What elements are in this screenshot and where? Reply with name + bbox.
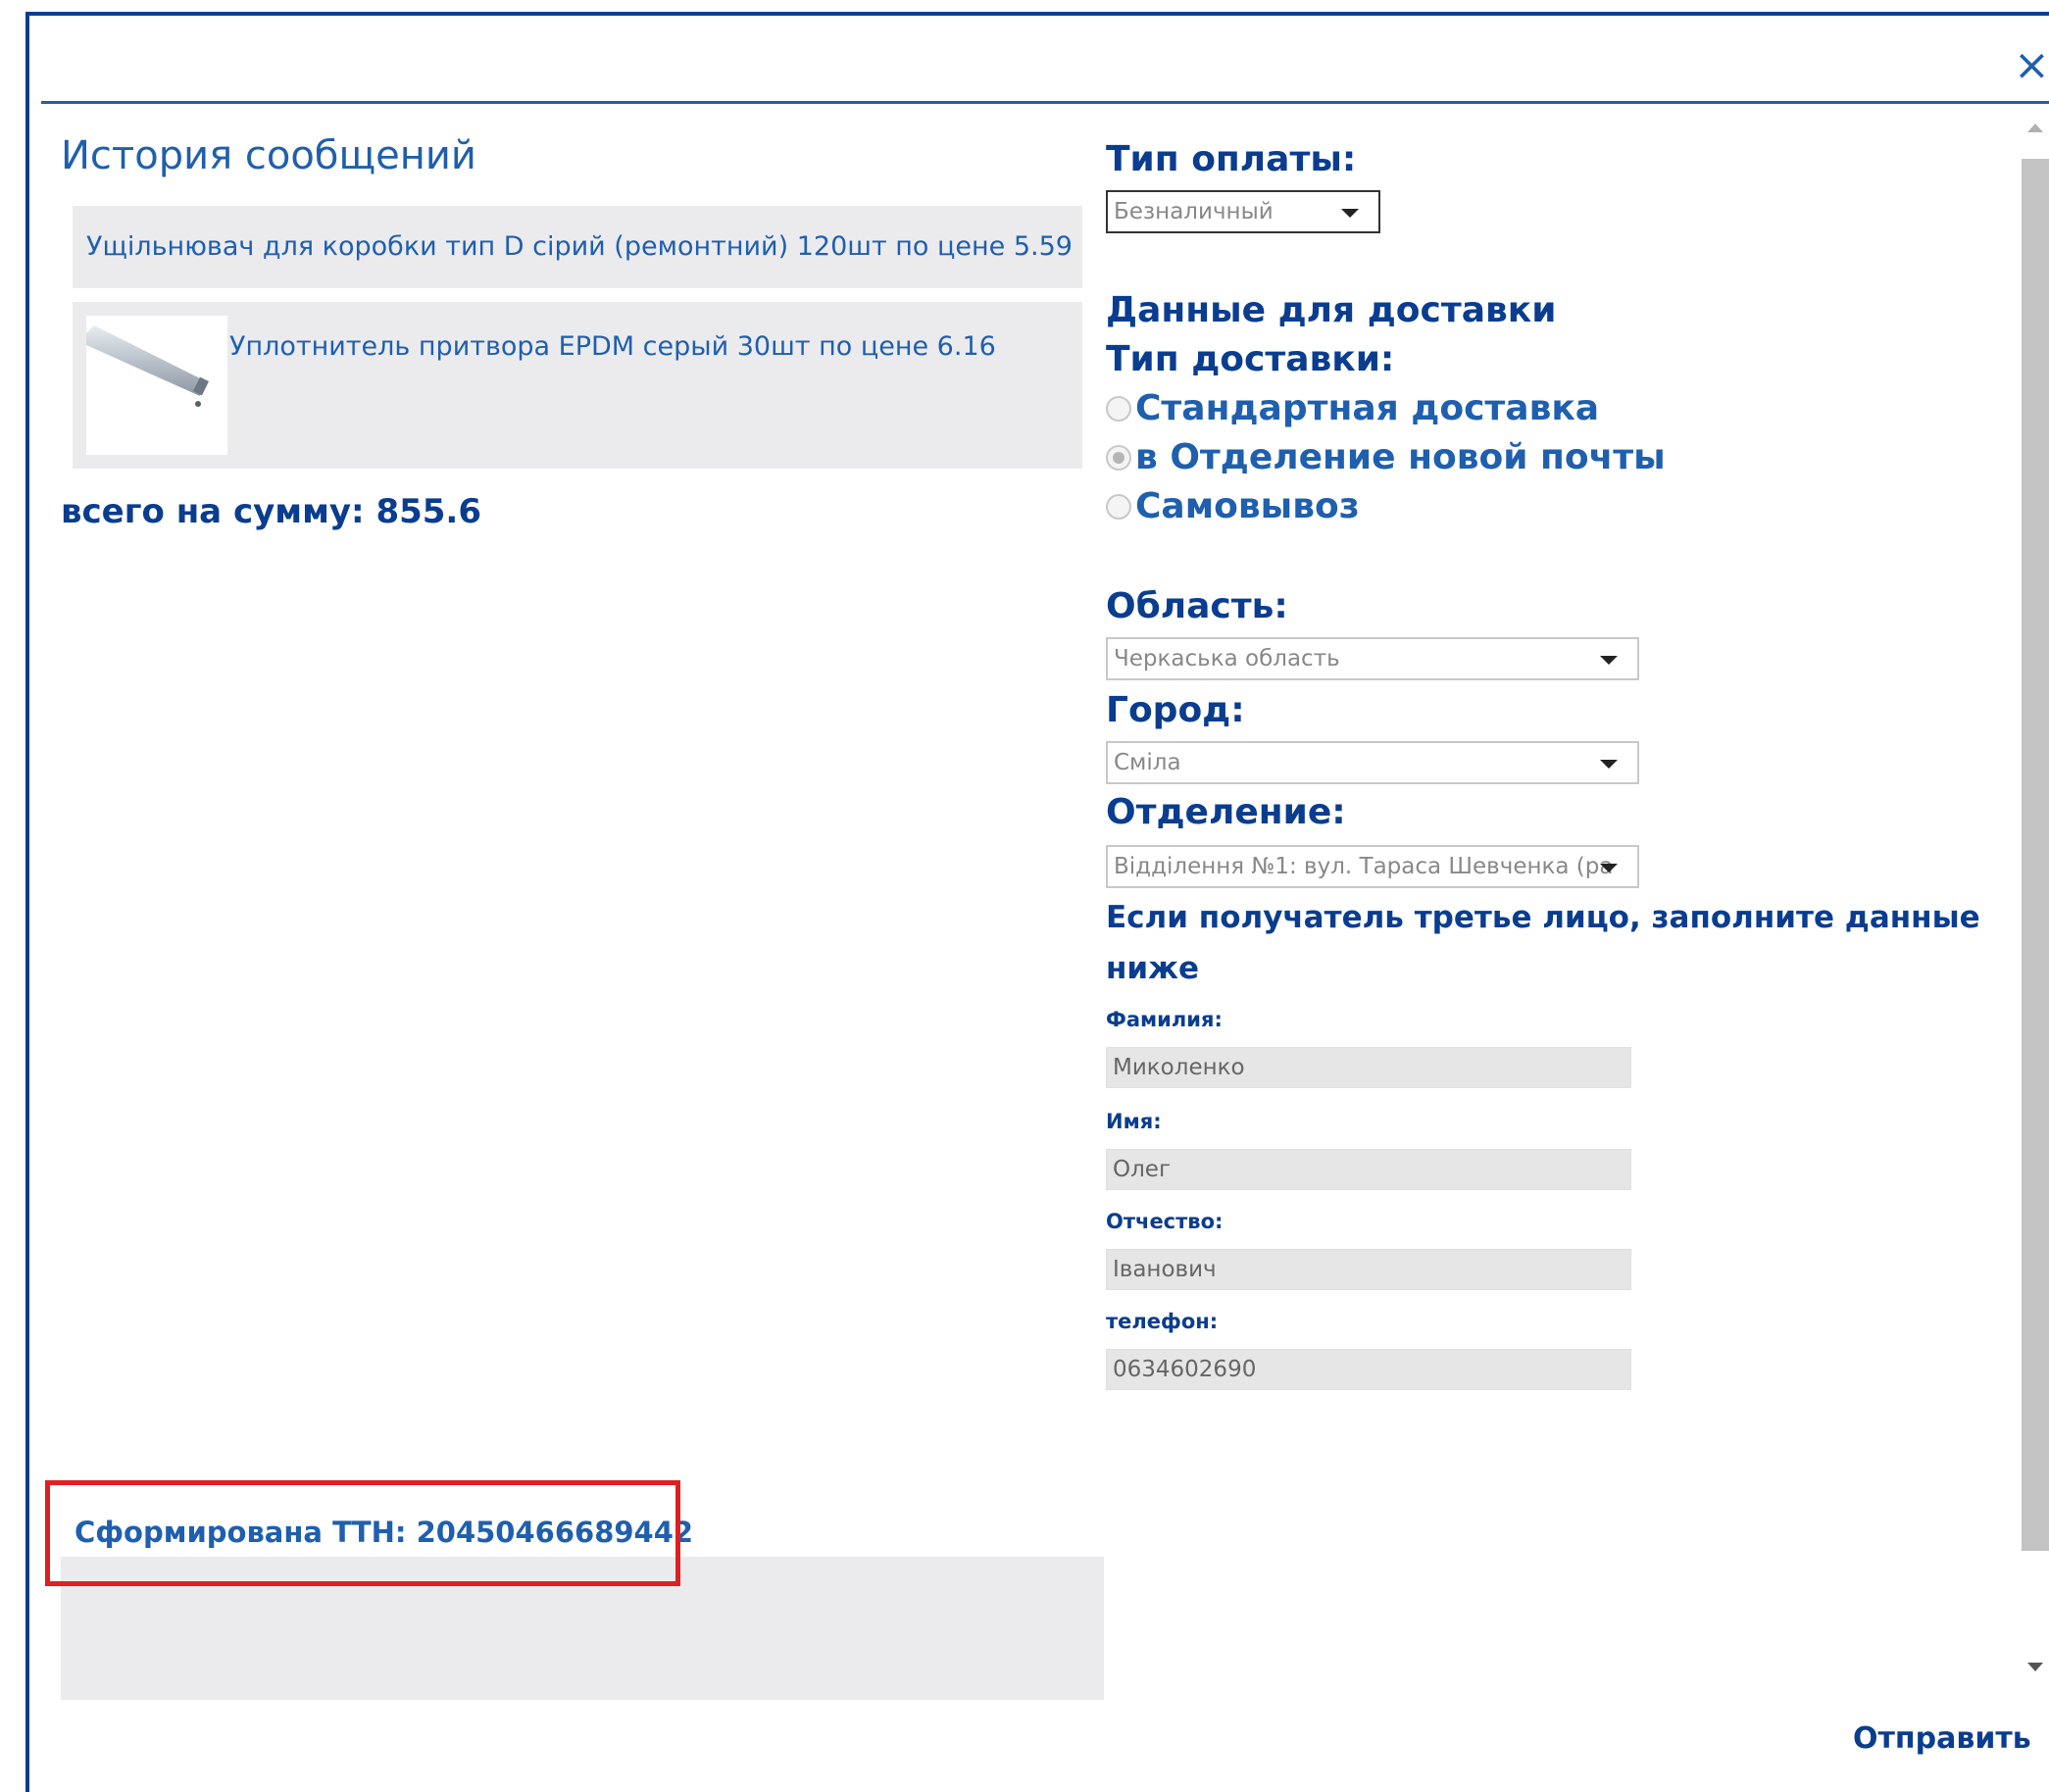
header-divider [41, 101, 2049, 104]
phone-input[interactable]: 0634602690 [1106, 1349, 1631, 1390]
city-value: Сміла [1114, 750, 1181, 775]
branch-select[interactable]: Відділення №1: вул. Тараса Шевченка (ра [1106, 845, 1639, 888]
radio-label: в Отделение новой почты [1135, 437, 1666, 477]
city-label: Город: [1106, 690, 1245, 730]
scroll-down-icon[interactable] [2027, 1663, 2043, 1671]
branch-label: Отделение: [1106, 792, 1346, 832]
radio-button[interactable] [1106, 493, 1131, 520]
chevron-down-icon [1600, 864, 1618, 872]
region-select[interactable]: Черкаська область [1106, 637, 1639, 680]
region-label: Область: [1106, 586, 1288, 626]
radio-label: Самовывоз [1135, 486, 1360, 526]
payment-type-select[interactable]: Безналичный [1106, 190, 1380, 233]
region-value: Черкаська область [1114, 646, 1340, 672]
delivery-option-pickup[interactable]: Самовывоз [1106, 486, 1360, 526]
delivery-data-title: Данные для доставки [1106, 290, 1557, 330]
product-thumbnail[interactable] [86, 316, 227, 455]
delivery-option-standard[interactable]: Стандартная доставка [1106, 388, 1599, 428]
message-text[interactable]: Уплотнитель притвора EPDM серый 30шт по … [229, 331, 996, 362]
third-party-note-cont: ниже [1106, 951, 1200, 986]
delivery-type-label: Тип доставки: [1106, 339, 1395, 379]
send-button[interactable]: Отправить [1853, 1721, 2031, 1756]
chevron-down-icon [1600, 760, 1618, 769]
chevron-down-icon [1600, 656, 1618, 665]
name-input[interactable]: Олег [1106, 1149, 1631, 1190]
phone-label: телефон: [1106, 1310, 1219, 1333]
name-label: Имя: [1106, 1110, 1162, 1133]
branch-value: Відділення №1: вул. Тараса Шевченка (ра [1114, 854, 1614, 879]
scroll-up-icon[interactable] [2027, 124, 2043, 132]
message-text[interactable]: Ущільнювач для коробки тип D сірий (ремо… [86, 231, 1073, 262]
chevron-down-icon [1341, 209, 1359, 218]
third-party-note: Если получатель третье лицо, заполните д… [1106, 900, 1980, 935]
radio-label: Стандартная доставка [1135, 388, 1600, 428]
message-item: Ущільнювач для коробки тип D сірий (ремо… [73, 206, 1082, 288]
delivery-option-nova-poshta[interactable]: в Отделение новой почты [1106, 437, 1666, 477]
scrollbar[interactable] [2020, 116, 2049, 1704]
surname-label: Фамилия: [1106, 1008, 1223, 1031]
surname-input[interactable]: Миколенко [1106, 1047, 1631, 1088]
highlight-box [45, 1480, 680, 1586]
payment-type-value: Безналичный [1114, 199, 1274, 224]
radio-button[interactable] [1106, 395, 1131, 422]
scrollbar-thumb[interactable] [2022, 159, 2049, 1551]
close-icon[interactable]: × [2014, 41, 2049, 90]
payment-type-label: Тип оплаты: [1106, 139, 1357, 179]
message-item: Уплотнитель притвора EPDM серый 30шт по … [73, 302, 1082, 469]
order-total: всего на сумму: 855.6 [61, 492, 482, 531]
patronymic-label: Отчество: [1106, 1210, 1224, 1233]
city-select[interactable]: Сміла [1106, 741, 1639, 784]
radio-button[interactable] [1106, 444, 1131, 471]
history-title: История сообщений [61, 133, 476, 178]
patronymic-input[interactable]: Іванович [1106, 1249, 1631, 1290]
